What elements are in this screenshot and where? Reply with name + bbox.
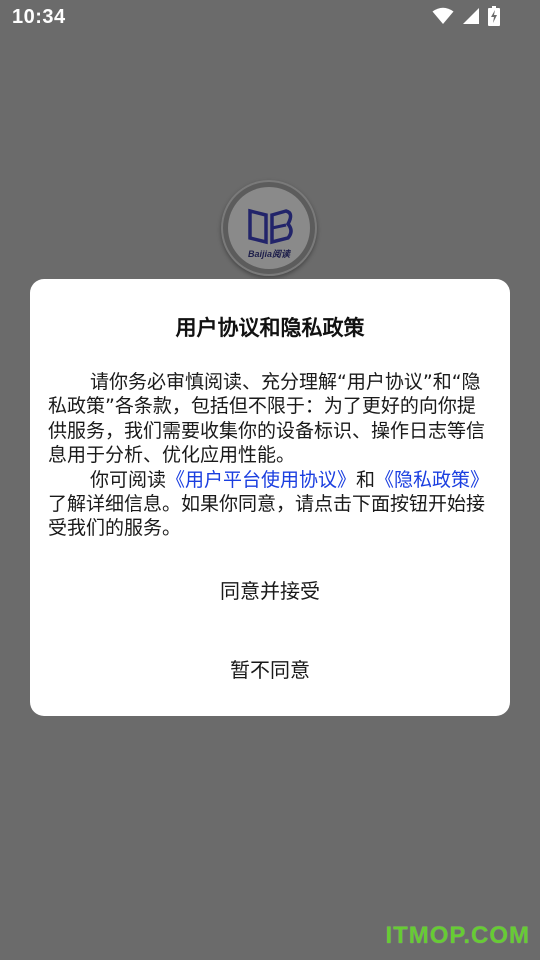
privacy-dialog: 用户协议和隐私政策 请你务必审慎阅读、充分理解“用户协议”和“隐私政策”各条款，… <box>30 279 510 716</box>
dialog-title: 用户协议和隐私政策 <box>175 316 365 340</box>
logo-text: Baijia阅读 <box>247 249 290 259</box>
dialog-paragraph-2: 你可阅读《用户平台使用协议》和《隐私政策》了解详细信息。如果你同意，请点击下面按… <box>48 468 494 541</box>
wifi-icon <box>432 7 454 29</box>
privacy-policy-link[interactable]: 《隐私政策》 <box>375 469 489 491</box>
status-time: 10:34 <box>12 6 66 28</box>
para2-suffix: 了解详细信息。如果你同意，请点击下面按钮开始接受我们的服务。 <box>48 493 486 540</box>
para2-and: 和 <box>356 468 376 491</box>
battery-charging-icon <box>488 6 500 30</box>
status-icons <box>432 6 500 30</box>
decline-button[interactable]: 暂不同意 <box>30 646 510 691</box>
para2-prefix: 你可阅读 <box>90 468 167 491</box>
dialog-paragraph-1: 请你务必审慎阅读、充分理解“用户协议”和“隐私政策”各条款，包括但不限于：为了更… <box>48 371 486 467</box>
dialog-body: 请你务必审慎阅读、充分理解“用户协议”和“隐私政策”各条款，包括但不限于：为了更… <box>48 370 494 541</box>
watermark: ITMOP.COM <box>385 922 530 949</box>
accept-button[interactable]: 同意并接受 <box>30 567 510 612</box>
signal-icon <box>462 7 480 29</box>
status-bar: 10:34 <box>0 0 540 36</box>
app-logo-badge: Baijia阅读 <box>228 187 310 269</box>
user-agreement-link[interactable]: 《用户平台使用协议》 <box>166 469 356 491</box>
app-logo: Baijia阅读 <box>221 180 317 276</box>
